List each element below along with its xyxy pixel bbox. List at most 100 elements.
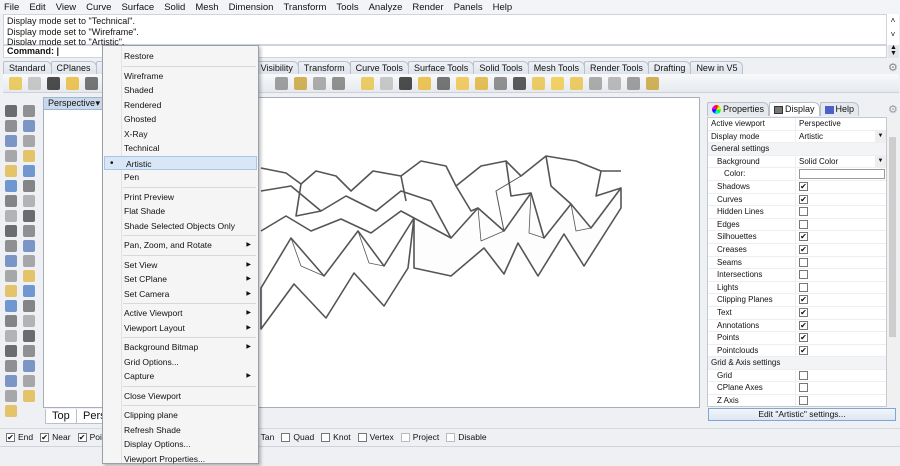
menu-item-refresh-shade[interactable]: Refresh Shade bbox=[103, 423, 258, 438]
left-tool-icon[interactable] bbox=[5, 105, 17, 117]
property-value[interactable]: ✔ bbox=[796, 231, 886, 243]
gear-icon[interactable]: ⚙ bbox=[888, 61, 898, 74]
toolbar-tool-icon[interactable] bbox=[332, 77, 345, 90]
toolbar-tool-icon[interactable] bbox=[551, 77, 564, 90]
tab-transform[interactable]: Transform bbox=[298, 61, 351, 74]
left-tool-icon[interactable] bbox=[23, 360, 35, 372]
menu-render[interactable]: Render bbox=[412, 2, 443, 13]
property-value[interactable]: Artistic▼ bbox=[796, 131, 886, 143]
property-value[interactable] bbox=[796, 206, 886, 218]
osnap-knot[interactable]: Knot bbox=[321, 432, 351, 442]
command-spinner[interactable]: ▲▼ bbox=[888, 45, 899, 58]
toolbar-tool-icon[interactable] bbox=[608, 77, 621, 90]
left-tool-icon[interactable] bbox=[23, 150, 35, 162]
osnap-near[interactable]: ✔Near bbox=[40, 432, 70, 442]
left-tool-icon[interactable] bbox=[23, 390, 35, 402]
property-value[interactable]: ✔ bbox=[796, 194, 886, 206]
toolbar-tool-icon[interactable] bbox=[475, 77, 488, 90]
checkbox-checked[interactable]: ✔ bbox=[799, 308, 808, 317]
left-tool-icon[interactable] bbox=[23, 180, 35, 192]
menu-item-pan-zoom-and-rotate[interactable]: Pan, Zoom, and Rotate▶ bbox=[103, 238, 258, 253]
toolbar-tool-icon[interactable] bbox=[85, 77, 98, 90]
checkbox-unchecked[interactable] bbox=[799, 207, 808, 216]
toolbar-tool-icon[interactable] bbox=[275, 77, 288, 90]
left-tool-icon[interactable] bbox=[5, 300, 17, 312]
left-tool-icon[interactable] bbox=[5, 405, 17, 417]
menu-item-set-camera[interactable]: Set Camera▶ bbox=[103, 287, 258, 302]
toolbar-tool-icon[interactable] bbox=[47, 77, 60, 90]
menu-item-set-cplane[interactable]: Set CPlane▶ bbox=[103, 272, 258, 287]
left-tool-icon[interactable] bbox=[23, 300, 35, 312]
menu-curve[interactable]: Curve bbox=[86, 2, 111, 13]
tab-drafting[interactable]: Drafting bbox=[648, 61, 692, 74]
history-scrollbar[interactable]: ˄˅ bbox=[887, 14, 899, 45]
viewport-tab-top[interactable]: Top bbox=[45, 409, 77, 424]
toolbar-tool-icon[interactable] bbox=[589, 77, 602, 90]
checkbox-unchecked[interactable] bbox=[799, 270, 808, 279]
toolbar-tool-icon[interactable] bbox=[513, 77, 526, 90]
tab-properties[interactable]: Properties bbox=[707, 102, 769, 116]
tab-help[interactable]: Help bbox=[820, 102, 860, 116]
osnap-end[interactable]: ✔End bbox=[6, 432, 33, 442]
osnap-project[interactable]: Project bbox=[401, 432, 439, 442]
left-tool-icon[interactable] bbox=[5, 135, 17, 147]
left-tool-icon[interactable] bbox=[5, 330, 17, 342]
left-tool-icon[interactable] bbox=[5, 270, 17, 282]
menu-item-flat-shade[interactable]: Flat Shade bbox=[103, 204, 258, 219]
checkbox-checked[interactable]: ✔ bbox=[799, 346, 808, 355]
tab-curve-tools[interactable]: Curve Tools bbox=[350, 61, 409, 74]
checkbox-unchecked[interactable] bbox=[799, 283, 808, 292]
tab-solid-tools[interactable]: Solid Tools bbox=[473, 61, 528, 74]
menu-item-wireframe[interactable]: Wireframe bbox=[103, 69, 258, 84]
menu-item-viewport-layout[interactable]: Viewport Layout▶ bbox=[103, 321, 258, 336]
menu-item-display-options-[interactable]: Display Options... bbox=[103, 437, 258, 452]
menu-item-print-preview[interactable]: Print Preview bbox=[103, 190, 258, 205]
left-tool-icon[interactable] bbox=[5, 225, 17, 237]
checkbox-unchecked[interactable] bbox=[799, 220, 808, 229]
left-tool-icon[interactable] bbox=[23, 240, 35, 252]
checkbox-unchecked[interactable] bbox=[799, 383, 808, 392]
osnap-disable[interactable]: Disable bbox=[446, 432, 486, 442]
left-tool-icon[interactable] bbox=[23, 105, 35, 117]
menu-surface[interactable]: Surface bbox=[121, 2, 154, 13]
tab-standard[interactable]: Standard bbox=[3, 61, 52, 74]
left-tool-icon[interactable] bbox=[5, 165, 17, 177]
property-value[interactable] bbox=[796, 395, 886, 407]
checkbox-checked[interactable]: ✔ bbox=[799, 182, 808, 191]
menu-item-capture[interactable]: Capture▶ bbox=[103, 369, 258, 384]
left-tool-icon[interactable] bbox=[23, 285, 35, 297]
left-tool-icon[interactable] bbox=[23, 165, 35, 177]
menu-item-pen[interactable]: Pen bbox=[103, 170, 258, 185]
tab-visibility[interactable]: Visibility bbox=[255, 61, 299, 74]
property-value[interactable]: ✔ bbox=[796, 307, 886, 319]
menu-solid[interactable]: Solid bbox=[164, 2, 185, 13]
left-tool-icon[interactable] bbox=[23, 315, 35, 327]
toolbar-tool-icon[interactable] bbox=[494, 77, 507, 90]
checkbox-checked[interactable]: ✔ bbox=[799, 195, 808, 204]
left-tool-icon[interactable] bbox=[5, 120, 17, 132]
menu-help[interactable]: Help bbox=[493, 2, 513, 13]
menu-item-shade-selected-objects-only[interactable]: Shade Selected Objects Only bbox=[103, 219, 258, 234]
checkbox-icon[interactable]: ✔ bbox=[78, 433, 87, 442]
gear-icon[interactable]: ⚙ bbox=[888, 103, 898, 116]
toolbar-tool-icon[interactable] bbox=[66, 77, 79, 90]
menu-item-rendered[interactable]: Rendered bbox=[103, 98, 258, 113]
menu-dimension[interactable]: Dimension bbox=[229, 2, 274, 13]
menu-item-background-bitmap[interactable]: Background Bitmap▶ bbox=[103, 340, 258, 355]
left-tool-icon[interactable] bbox=[23, 330, 35, 342]
osnap-vertex[interactable]: Vertex bbox=[358, 432, 394, 442]
toolbar-tool-icon[interactable] bbox=[456, 77, 469, 90]
left-tool-icon[interactable] bbox=[5, 345, 17, 357]
checkbox-checked[interactable]: ✔ bbox=[799, 295, 808, 304]
osnap-quad[interactable]: Quad bbox=[281, 432, 314, 442]
toolbar-tool-icon[interactable] bbox=[418, 77, 431, 90]
property-value[interactable] bbox=[796, 257, 886, 269]
left-tool-icon[interactable] bbox=[5, 240, 17, 252]
toolbar-tool-icon[interactable] bbox=[437, 77, 450, 90]
left-tool-icon[interactable] bbox=[5, 285, 17, 297]
menu-item-set-view[interactable]: Set View▶ bbox=[103, 258, 258, 273]
left-tool-icon[interactable] bbox=[23, 255, 35, 267]
left-tool-icon[interactable] bbox=[5, 375, 17, 387]
checkbox-icon[interactable] bbox=[358, 433, 367, 442]
toolbar-tool-icon[interactable] bbox=[361, 77, 374, 90]
